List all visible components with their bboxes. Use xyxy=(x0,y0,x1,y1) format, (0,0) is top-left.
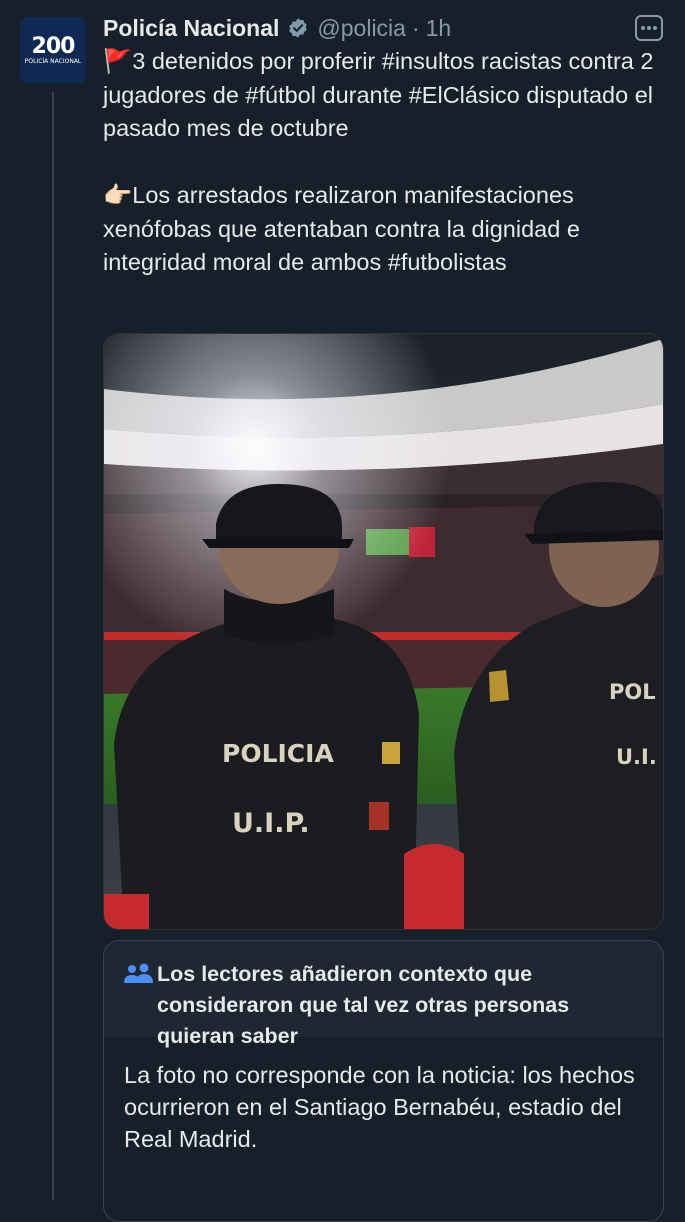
more-options-icon[interactable] xyxy=(634,14,664,42)
avatar[interactable]: 200 POLICÍA NACIONAL xyxy=(20,17,86,83)
author-name[interactable]: Policía Nacional xyxy=(103,15,279,42)
vest-right-line2: U.I. xyxy=(616,745,657,769)
avatar-subtext: POLICÍA NACIONAL xyxy=(24,57,82,65)
avatar-text: 200 xyxy=(31,33,76,59)
community-note-title: Los lectores añadieron contexto que cons… xyxy=(157,962,570,1048)
tweet-photo[interactable]: POLICIA U.I.P. POL U.I. xyxy=(103,333,664,930)
timestamp[interactable]: 1h xyxy=(426,15,452,42)
header-separator: · xyxy=(411,14,420,41)
community-note[interactable]: Los lectores añadieron contexto que cons… xyxy=(103,940,664,1222)
tweet-text: 🚩3 detenidos por proferir #insultos raci… xyxy=(103,48,654,275)
community-note-header: Los lectores añadieron contexto que cons… xyxy=(104,941,663,1048)
vest-left-line2: U.I.P. xyxy=(232,808,310,839)
users-icon xyxy=(124,963,153,983)
vest-left-line1: POLICIA xyxy=(222,739,334,768)
thread-line xyxy=(52,92,54,1200)
tweet-header: Policía Nacional @policia · 1h xyxy=(103,12,451,44)
vest-right-line1: POL xyxy=(609,680,656,704)
author-handle[interactable]: @policia xyxy=(317,15,406,42)
community-note-body: La foto no corresponde con la noticia: l… xyxy=(124,1062,635,1152)
verified-badge-icon[interactable] xyxy=(287,17,309,39)
